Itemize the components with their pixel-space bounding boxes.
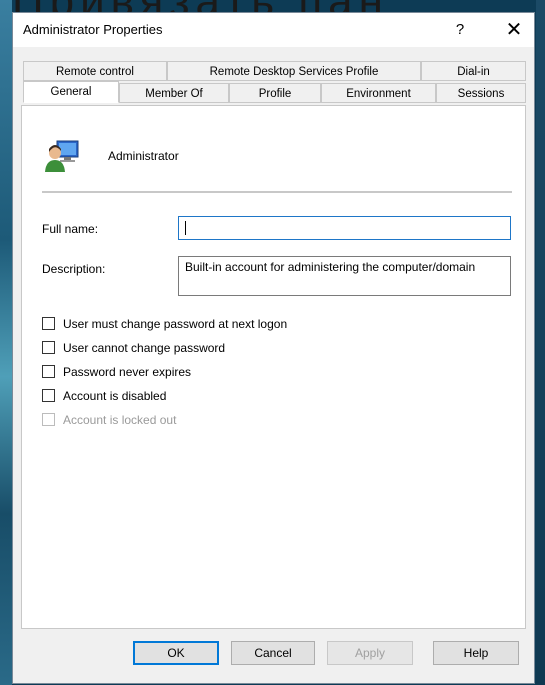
desktop-background-left <box>0 0 12 685</box>
tab-dial-in[interactable]: Dial-in <box>421 61 526 81</box>
tab-environment[interactable]: Environment <box>321 83 436 103</box>
background-window-title: Привязать пан <box>12 0 542 12</box>
header-separator <box>42 191 512 193</box>
checkbox-box[interactable] <box>42 365 55 378</box>
properties-dialog: Administrator Properties ? ✕ Remote cont… <box>12 12 535 684</box>
dialog-title: Administrator Properties <box>23 22 163 37</box>
tab-profile[interactable]: Profile <box>229 83 321 103</box>
checkbox-label: User must change password at next logon <box>63 317 288 331</box>
title-bar[interactable]: Administrator Properties ? ✕ <box>13 13 534 47</box>
checkbox-label: Account is disabled <box>63 389 167 403</box>
checkbox-box[interactable] <box>42 389 55 402</box>
tab-member-of[interactable]: Member Of <box>119 83 229 103</box>
checkbox-box[interactable] <box>42 317 55 330</box>
checkbox-box <box>42 413 55 426</box>
ok-button[interactable]: OK <box>133 641 219 665</box>
cancel-button[interactable]: Cancel <box>231 641 315 665</box>
text-caret <box>185 220 186 235</box>
description-label: Description: <box>42 262 106 276</box>
full-name-input[interactable] <box>178 216 511 240</box>
help-button[interactable]: Help <box>433 641 519 665</box>
description-value: Built-in account for administering the c… <box>185 260 476 274</box>
desktop-background-right <box>536 0 545 685</box>
description-input[interactable]: Built-in account for administering the c… <box>178 256 511 296</box>
tab-remote-control[interactable]: Remote control <box>23 61 167 81</box>
close-icon[interactable]: ✕ <box>501 17 527 43</box>
full-name-label: Full name: <box>42 222 99 236</box>
tab-sessions[interactable]: Sessions <box>436 83 526 103</box>
help-icon[interactable]: ? <box>448 17 472 43</box>
user-display-name: Administrator <box>108 149 179 163</box>
tab-general[interactable]: General <box>23 81 119 103</box>
tab-remote-desktop-services-profile[interactable]: Remote Desktop Services Profile <box>167 61 421 81</box>
checkbox-box[interactable] <box>42 341 55 354</box>
checkbox-label: Account is locked out <box>63 413 177 427</box>
checkbox-label: User cannot change password <box>63 341 226 355</box>
apply-button: Apply <box>327 641 413 665</box>
user-icon <box>45 140 79 172</box>
general-tab-panel: Administrator Full name: Description: Bu… <box>21 105 526 629</box>
checkbox-label: Password never expires <box>63 365 192 379</box>
